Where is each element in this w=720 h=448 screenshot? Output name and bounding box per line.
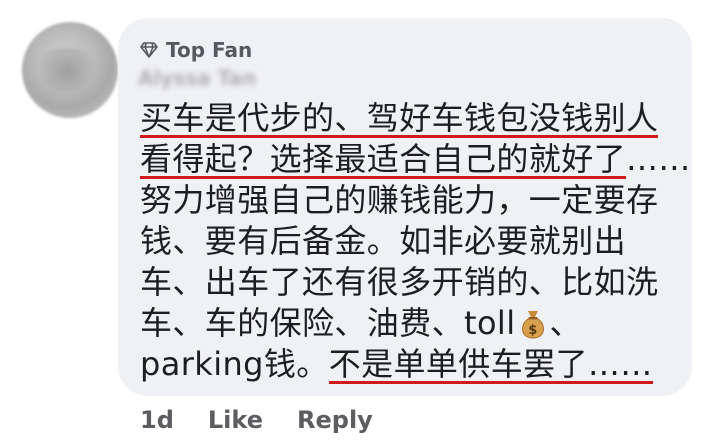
comment-line: parking钱。不是单单供车罢了…… (140, 344, 680, 385)
underlined-text: 买车是代步的、驾好车钱包没钱别人 (140, 99, 659, 138)
comment-line: 车、出车了还有很多开销的、比如洗 (140, 262, 680, 303)
avatar[interactable] (22, 22, 118, 118)
commenter-name[interactable]: Alyssa Tan (138, 66, 298, 90)
top-fan-badge: Top Fan (140, 38, 252, 62)
line-text: 钱、要有后备金。如非必要就别出 (140, 222, 627, 260)
comment-line: 买车是代步的、驾好车钱包没钱别人 (140, 98, 680, 139)
comment-line: 钱、要有后备金。如非必要就别出 (140, 221, 680, 262)
line-text: 、 (549, 304, 582, 342)
timestamp-link[interactable]: 1d (140, 406, 174, 434)
line-text: 车、出车了还有很多开销的、比如洗 (140, 263, 659, 301)
svg-text:$: $ (528, 323, 537, 338)
underlined-text: 看得起？选择最适合自己的就好了 (140, 140, 627, 179)
comment-text: 买车是代步的、驾好车钱包没钱别人 看得起？选择最适合自己的就好了…… 努力增强自… (140, 98, 690, 385)
line-text: 车、车的保险、油费、toll (140, 304, 516, 342)
comment-line: 努力增强自己的赚钱能力，一定要存 (140, 180, 680, 221)
ellipsis-text: …… (626, 140, 691, 178)
comment-screen: Top Fan Alyssa Tan 买车是代步的、驾好车钱包没钱别人 看得起？… (0, 0, 720, 448)
underlined-text: 不是单单供车罢了…… (328, 345, 653, 384)
badge-label: Top Fan (166, 38, 253, 62)
like-button[interactable]: Like (208, 406, 263, 434)
reply-button[interactable]: Reply (297, 406, 373, 434)
line-text: parking钱。 (140, 345, 329, 383)
comment-line: 车、车的保险、油费、toll $ 、 (140, 303, 680, 344)
line-text: 努力增强自己的赚钱能力，一定要存 (140, 181, 659, 219)
diamond-icon (140, 42, 158, 58)
comment-line: 看得起？选择最适合自己的就好了…… (140, 139, 690, 180)
comment-actions: 1d Like Reply (140, 406, 373, 434)
